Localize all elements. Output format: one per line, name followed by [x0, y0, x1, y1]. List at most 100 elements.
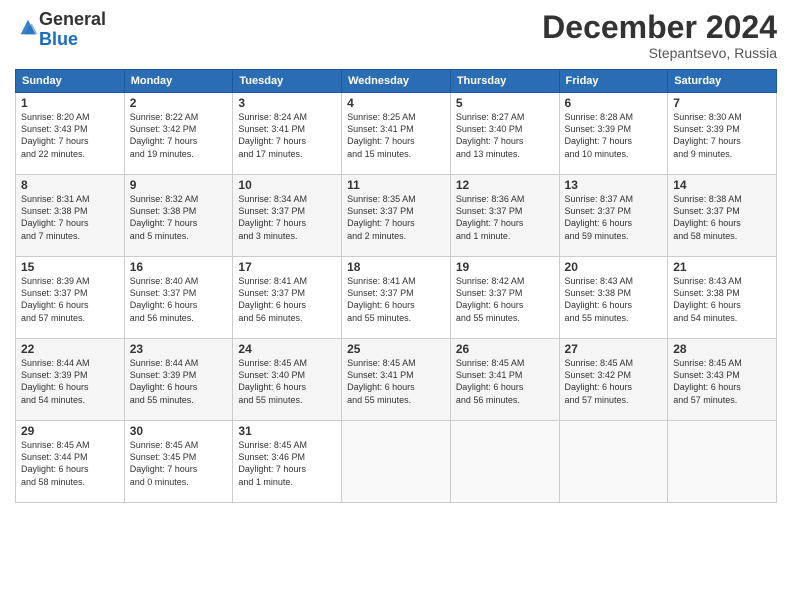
- day-number: 10: [238, 178, 336, 192]
- day-number: 24: [238, 342, 336, 356]
- day-number: 23: [130, 342, 228, 356]
- day-cell: 14Sunrise: 8:38 AM Sunset: 3:37 PM Dayli…: [668, 175, 777, 257]
- day-info: Sunrise: 8:45 AM Sunset: 3:43 PM Dayligh…: [673, 357, 771, 406]
- week-row-2: 8Sunrise: 8:31 AM Sunset: 3:38 PM Daylig…: [16, 175, 777, 257]
- day-info: Sunrise: 8:45 AM Sunset: 3:42 PM Dayligh…: [565, 357, 663, 406]
- header-cell-thursday: Thursday: [450, 70, 559, 93]
- week-row-5: 29Sunrise: 8:45 AM Sunset: 3:44 PM Dayli…: [16, 421, 777, 503]
- day-info: Sunrise: 8:45 AM Sunset: 3:46 PM Dayligh…: [238, 439, 336, 488]
- day-info: Sunrise: 8:45 AM Sunset: 3:40 PM Dayligh…: [238, 357, 336, 406]
- day-info: Sunrise: 8:32 AM Sunset: 3:38 PM Dayligh…: [130, 193, 228, 242]
- header-cell-saturday: Saturday: [668, 70, 777, 93]
- day-info: Sunrise: 8:38 AM Sunset: 3:37 PM Dayligh…: [673, 193, 771, 242]
- logo-text: General Blue: [39, 10, 106, 50]
- day-cell: [559, 421, 668, 503]
- day-number: 27: [565, 342, 663, 356]
- week-row-1: 1Sunrise: 8:20 AM Sunset: 3:43 PM Daylig…: [16, 93, 777, 175]
- day-cell: 28Sunrise: 8:45 AM Sunset: 3:43 PM Dayli…: [668, 339, 777, 421]
- day-info: Sunrise: 8:36 AM Sunset: 3:37 PM Dayligh…: [456, 193, 554, 242]
- day-cell: 19Sunrise: 8:42 AM Sunset: 3:37 PM Dayli…: [450, 257, 559, 339]
- day-cell: [668, 421, 777, 503]
- day-cell: 26Sunrise: 8:45 AM Sunset: 3:41 PM Dayli…: [450, 339, 559, 421]
- day-cell: 21Sunrise: 8:43 AM Sunset: 3:38 PM Dayli…: [668, 257, 777, 339]
- day-number: 22: [21, 342, 119, 356]
- day-cell: 7Sunrise: 8:30 AM Sunset: 3:39 PM Daylig…: [668, 93, 777, 175]
- day-number: 6: [565, 96, 663, 110]
- day-info: Sunrise: 8:24 AM Sunset: 3:41 PM Dayligh…: [238, 111, 336, 160]
- day-number: 2: [130, 96, 228, 110]
- day-cell: 13Sunrise: 8:37 AM Sunset: 3:37 PM Dayli…: [559, 175, 668, 257]
- day-cell: 16Sunrise: 8:40 AM Sunset: 3:37 PM Dayli…: [124, 257, 233, 339]
- day-info: Sunrise: 8:45 AM Sunset: 3:41 PM Dayligh…: [456, 357, 554, 406]
- subtitle: Stepantsevo, Russia: [542, 45, 777, 61]
- day-cell: 25Sunrise: 8:45 AM Sunset: 3:41 PM Dayli…: [342, 339, 451, 421]
- day-info: Sunrise: 8:44 AM Sunset: 3:39 PM Dayligh…: [130, 357, 228, 406]
- header-cell-wednesday: Wednesday: [342, 70, 451, 93]
- day-info: Sunrise: 8:27 AM Sunset: 3:40 PM Dayligh…: [456, 111, 554, 160]
- day-cell: 1Sunrise: 8:20 AM Sunset: 3:43 PM Daylig…: [16, 93, 125, 175]
- day-number: 5: [456, 96, 554, 110]
- day-number: 1: [21, 96, 119, 110]
- calendar-header: SundayMondayTuesdayWednesdayThursdayFrid…: [16, 70, 777, 93]
- day-info: Sunrise: 8:43 AM Sunset: 3:38 PM Dayligh…: [565, 275, 663, 324]
- day-cell: 23Sunrise: 8:44 AM Sunset: 3:39 PM Dayli…: [124, 339, 233, 421]
- day-cell: 8Sunrise: 8:31 AM Sunset: 3:38 PM Daylig…: [16, 175, 125, 257]
- day-cell: 5Sunrise: 8:27 AM Sunset: 3:40 PM Daylig…: [450, 93, 559, 175]
- day-cell: 22Sunrise: 8:44 AM Sunset: 3:39 PM Dayli…: [16, 339, 125, 421]
- day-number: 3: [238, 96, 336, 110]
- day-info: Sunrise: 8:41 AM Sunset: 3:37 PM Dayligh…: [347, 275, 445, 324]
- day-number: 9: [130, 178, 228, 192]
- day-number: 28: [673, 342, 771, 356]
- header: General Blue December 2024 Stepantsevo, …: [15, 10, 777, 61]
- day-info: Sunrise: 8:45 AM Sunset: 3:45 PM Dayligh…: [130, 439, 228, 488]
- day-info: Sunrise: 8:43 AM Sunset: 3:38 PM Dayligh…: [673, 275, 771, 324]
- day-info: Sunrise: 8:31 AM Sunset: 3:38 PM Dayligh…: [21, 193, 119, 242]
- day-info: Sunrise: 8:44 AM Sunset: 3:39 PM Dayligh…: [21, 357, 119, 406]
- day-cell: 20Sunrise: 8:43 AM Sunset: 3:38 PM Dayli…: [559, 257, 668, 339]
- day-number: 19: [456, 260, 554, 274]
- day-cell: [342, 421, 451, 503]
- header-row: SundayMondayTuesdayWednesdayThursdayFrid…: [16, 70, 777, 93]
- day-number: 31: [238, 424, 336, 438]
- day-number: 12: [456, 178, 554, 192]
- day-cell: 18Sunrise: 8:41 AM Sunset: 3:37 PM Dayli…: [342, 257, 451, 339]
- logo-blue: Blue: [39, 29, 78, 49]
- calendar-body: 1Sunrise: 8:20 AM Sunset: 3:43 PM Daylig…: [16, 93, 777, 503]
- day-info: Sunrise: 8:25 AM Sunset: 3:41 PM Dayligh…: [347, 111, 445, 160]
- day-cell: 12Sunrise: 8:36 AM Sunset: 3:37 PM Dayli…: [450, 175, 559, 257]
- day-info: Sunrise: 8:22 AM Sunset: 3:42 PM Dayligh…: [130, 111, 228, 160]
- day-cell: 11Sunrise: 8:35 AM Sunset: 3:37 PM Dayli…: [342, 175, 451, 257]
- day-cell: 2Sunrise: 8:22 AM Sunset: 3:42 PM Daylig…: [124, 93, 233, 175]
- day-cell: 24Sunrise: 8:45 AM Sunset: 3:40 PM Dayli…: [233, 339, 342, 421]
- calendar-table: SundayMondayTuesdayWednesdayThursdayFrid…: [15, 69, 777, 503]
- day-number: 13: [565, 178, 663, 192]
- day-info: Sunrise: 8:41 AM Sunset: 3:37 PM Dayligh…: [238, 275, 336, 324]
- day-info: Sunrise: 8:39 AM Sunset: 3:37 PM Dayligh…: [21, 275, 119, 324]
- day-number: 29: [21, 424, 119, 438]
- day-cell: 30Sunrise: 8:45 AM Sunset: 3:45 PM Dayli…: [124, 421, 233, 503]
- header-cell-tuesday: Tuesday: [233, 70, 342, 93]
- day-cell: 6Sunrise: 8:28 AM Sunset: 3:39 PM Daylig…: [559, 93, 668, 175]
- day-number: 4: [347, 96, 445, 110]
- day-cell: 4Sunrise: 8:25 AM Sunset: 3:41 PM Daylig…: [342, 93, 451, 175]
- header-cell-monday: Monday: [124, 70, 233, 93]
- day-cell: 29Sunrise: 8:45 AM Sunset: 3:44 PM Dayli…: [16, 421, 125, 503]
- day-info: Sunrise: 8:42 AM Sunset: 3:37 PM Dayligh…: [456, 275, 554, 324]
- day-cell: 15Sunrise: 8:39 AM Sunset: 3:37 PM Dayli…: [16, 257, 125, 339]
- day-info: Sunrise: 8:45 AM Sunset: 3:44 PM Dayligh…: [21, 439, 119, 488]
- day-number: 7: [673, 96, 771, 110]
- day-number: 15: [21, 260, 119, 274]
- day-info: Sunrise: 8:45 AM Sunset: 3:41 PM Dayligh…: [347, 357, 445, 406]
- day-cell: 9Sunrise: 8:32 AM Sunset: 3:38 PM Daylig…: [124, 175, 233, 257]
- page: General Blue December 2024 Stepantsevo, …: [0, 0, 792, 612]
- logo-general: General: [39, 9, 106, 29]
- day-number: 14: [673, 178, 771, 192]
- day-info: Sunrise: 8:30 AM Sunset: 3:39 PM Dayligh…: [673, 111, 771, 160]
- day-number: 30: [130, 424, 228, 438]
- day-number: 8: [21, 178, 119, 192]
- day-info: Sunrise: 8:40 AM Sunset: 3:37 PM Dayligh…: [130, 275, 228, 324]
- day-number: 26: [456, 342, 554, 356]
- day-info: Sunrise: 8:37 AM Sunset: 3:37 PM Dayligh…: [565, 193, 663, 242]
- day-cell: 17Sunrise: 8:41 AM Sunset: 3:37 PM Dayli…: [233, 257, 342, 339]
- day-number: 18: [347, 260, 445, 274]
